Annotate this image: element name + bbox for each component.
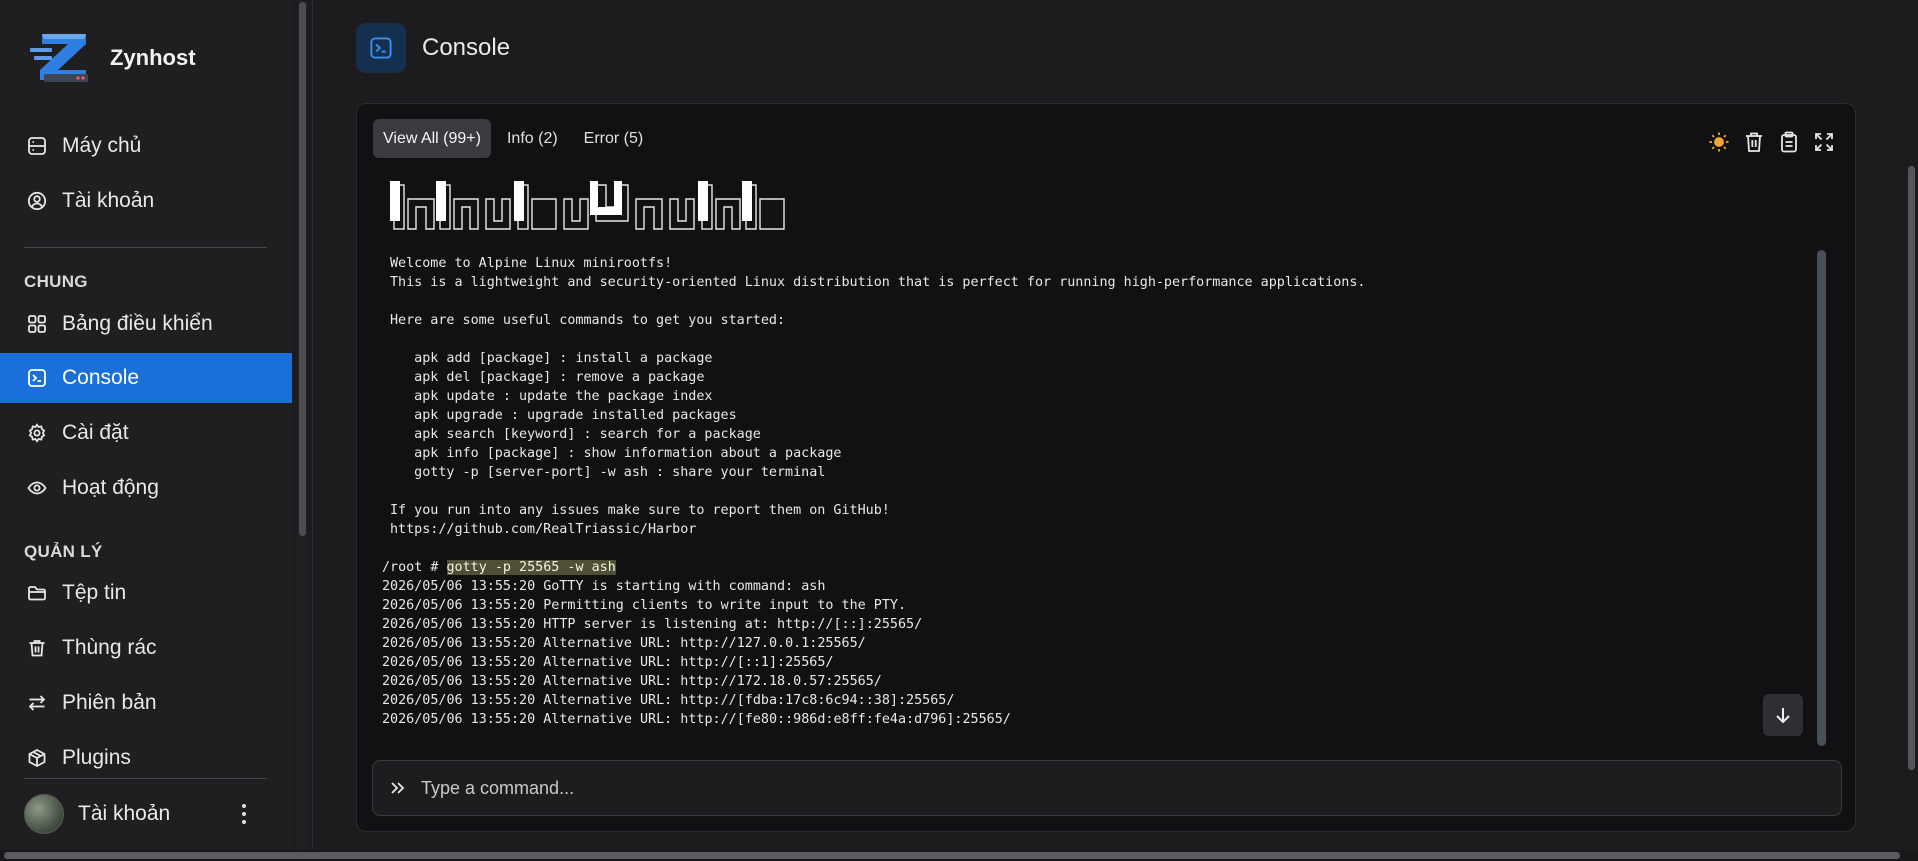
sidebar-item-label: Thùng rác	[62, 636, 157, 659]
sidebar-item-label: Tệp tin	[62, 581, 127, 604]
page-header: Console	[356, 23, 510, 73]
more-vertical-icon[interactable]	[236, 798, 252, 830]
swap-arrows-icon	[26, 692, 48, 714]
console-line: This is a lightweight and security-orien…	[390, 275, 1366, 290]
window-vertical-scrollbar[interactable]	[1905, 0, 1918, 850]
console-panel: View All (99+) Info (2) Error (5) Welcom…	[356, 103, 1856, 832]
command-input[interactable]	[421, 768, 1841, 808]
console-line: 2026/05/06 13:55:20 HTTP server is liste…	[382, 617, 923, 632]
zynhost-logo-icon	[30, 34, 88, 82]
gear-icon	[26, 422, 48, 444]
chevrons-right-icon	[391, 782, 405, 794]
sidebar-item-label: Hoạt động	[62, 476, 159, 499]
folder-icon	[26, 582, 48, 604]
sidebar-item-versions[interactable]: Phiên bản	[0, 678, 292, 728]
sidebar-item-settings[interactable]: Cài đặt	[0, 408, 292, 458]
eye-icon	[26, 477, 48, 499]
console-toolbar	[1708, 130, 1835, 154]
sidebar-scrollbar[interactable]	[297, 0, 308, 850]
console-log: 2026/05/06 13:55:20 GoTTY is starting wi…	[382, 577, 1802, 729]
sidebar-item-trash[interactable]: Thùng rác	[0, 623, 292, 673]
section-label-general: CHUNG	[24, 272, 88, 291]
console-command-line: /root # gotty -p 25565 -w ash	[382, 558, 1802, 577]
sidebar-item-activity[interactable]: Hoạt động	[0, 463, 292, 513]
clipboard-icon[interactable]	[1778, 130, 1800, 154]
sun-icon[interactable]	[1708, 130, 1730, 154]
sidebar-item-label: Phiên bản	[62, 691, 157, 714]
sidebar-item-label: Cài đặt	[62, 421, 129, 444]
sidebar-scrollbar-thumb[interactable]	[299, 2, 306, 536]
console-line: apk search [keyword] : search for a pack…	[390, 427, 761, 442]
console-line: apk del [package] : remove a package	[390, 370, 705, 385]
console-output[interactable]: Welcome to Alpine Linux minirootfs! This …	[382, 178, 1802, 738]
scroll-to-bottom-button[interactable]	[1763, 694, 1803, 736]
sidebar: Zynhost Máy chủ Tài khoản CHUNG Bảng điề…	[0, 0, 292, 850]
page-title: Console	[422, 34, 511, 61]
sidebar-item-label: Bảng điều khiển	[62, 312, 213, 335]
server-icon	[26, 135, 48, 157]
app-name: Zynhost	[110, 45, 196, 70]
console-line: gotty -p [server-port] -w ash : share yo…	[390, 465, 826, 480]
sidebar-item-files[interactable]: Tệp tin	[0, 568, 292, 618]
trash-icon	[26, 637, 48, 659]
sidebar-item-console[interactable]: Console	[0, 353, 292, 403]
console-line: https://github.com/RealTriassic/Harbor	[390, 522, 697, 537]
section-label-manage: QUẢN LÝ	[24, 542, 103, 561]
tab-error[interactable]: Error (5)	[574, 119, 654, 158]
dashboard-grid-icon	[26, 313, 48, 335]
avatar	[24, 794, 64, 834]
sidebar-item-dashboard[interactable]: Bảng điều khiển	[0, 299, 292, 349]
console-prompt: /root #	[382, 560, 447, 575]
console-line: 2026/05/06 13:55:20 GoTTY is starting wi…	[382, 579, 826, 594]
package-icon	[26, 747, 48, 769]
command-bar	[372, 760, 1842, 816]
user-circle-icon	[26, 190, 48, 212]
console-line: 2026/05/06 13:55:20 Alternative URL: htt…	[382, 655, 834, 670]
sidebar-item-plugins[interactable]: Plugins	[0, 733, 292, 783]
sidebar-item-account[interactable]: Tài khoản	[0, 176, 292, 226]
sidebar-item-label: Plugins	[62, 746, 131, 769]
console-line: apk info [package] : show information ab…	[390, 446, 842, 461]
console-line: Welcome to Alpine Linux minirootfs!	[390, 256, 673, 271]
console-line: 2026/05/06 13:55:20 Alternative URL: htt…	[382, 693, 955, 708]
sidebar-item-label: Tài khoản	[62, 189, 155, 212]
sidebar-item-label: Máy chủ	[62, 134, 142, 157]
console-line: 2026/05/06 13:55:20 Permitting clients t…	[382, 598, 907, 613]
console-line: 2026/05/06 13:55:20 Alternative URL: htt…	[382, 712, 1011, 727]
sidebar-item-servers[interactable]: Máy chủ	[0, 121, 292, 171]
console-line: 2026/05/06 13:55:20 Alternative URL: htt…	[382, 674, 882, 689]
sidebar-divider	[24, 247, 267, 248]
tab-info[interactable]: Info (2)	[497, 119, 568, 158]
account-menu[interactable]: Tài khoản	[0, 778, 292, 850]
console-command: gotty -p 25565 -w ash	[446, 560, 616, 575]
window-horizontal-scrollbar[interactable]	[0, 850, 1918, 861]
trash-icon[interactable]	[1743, 130, 1765, 154]
console-line: If you run into any issues make sure to …	[390, 503, 890, 518]
console-intro: Welcome to Alpine Linux minirootfs! This …	[382, 254, 1802, 539]
console-line: Here are some useful commands to get you…	[390, 313, 786, 328]
console-line: apk upgrade : upgrade installed packages	[390, 408, 737, 423]
sidebar-item-label: Console	[62, 366, 140, 389]
window-vertical-scrollbar-thumb[interactable]	[1908, 166, 1915, 770]
terminal-icon	[356, 23, 406, 73]
brand[interactable]: Zynhost	[28, 30, 196, 86]
arrow-down-icon	[1776, 708, 1790, 724]
console-filter-tabs: View All (99+) Info (2) Error (5)	[373, 119, 653, 158]
tab-view-all[interactable]: View All (99+)	[373, 119, 491, 158]
main-separator	[312, 0, 313, 850]
expand-icon[interactable]	[1813, 130, 1835, 154]
console-line: apk add [package] : install a package	[390, 351, 713, 366]
terminal-icon	[26, 367, 48, 389]
console-output-scrollbar[interactable]	[1817, 250, 1826, 746]
console-line: apk update : update the package index	[390, 389, 713, 404]
console-line: 2026/05/06 13:55:20 Alternative URL: htt…	[382, 636, 866, 651]
account-label: Tài khoản	[78, 802, 171, 825]
window-horizontal-scrollbar-thumb[interactable]	[4, 852, 1900, 859]
